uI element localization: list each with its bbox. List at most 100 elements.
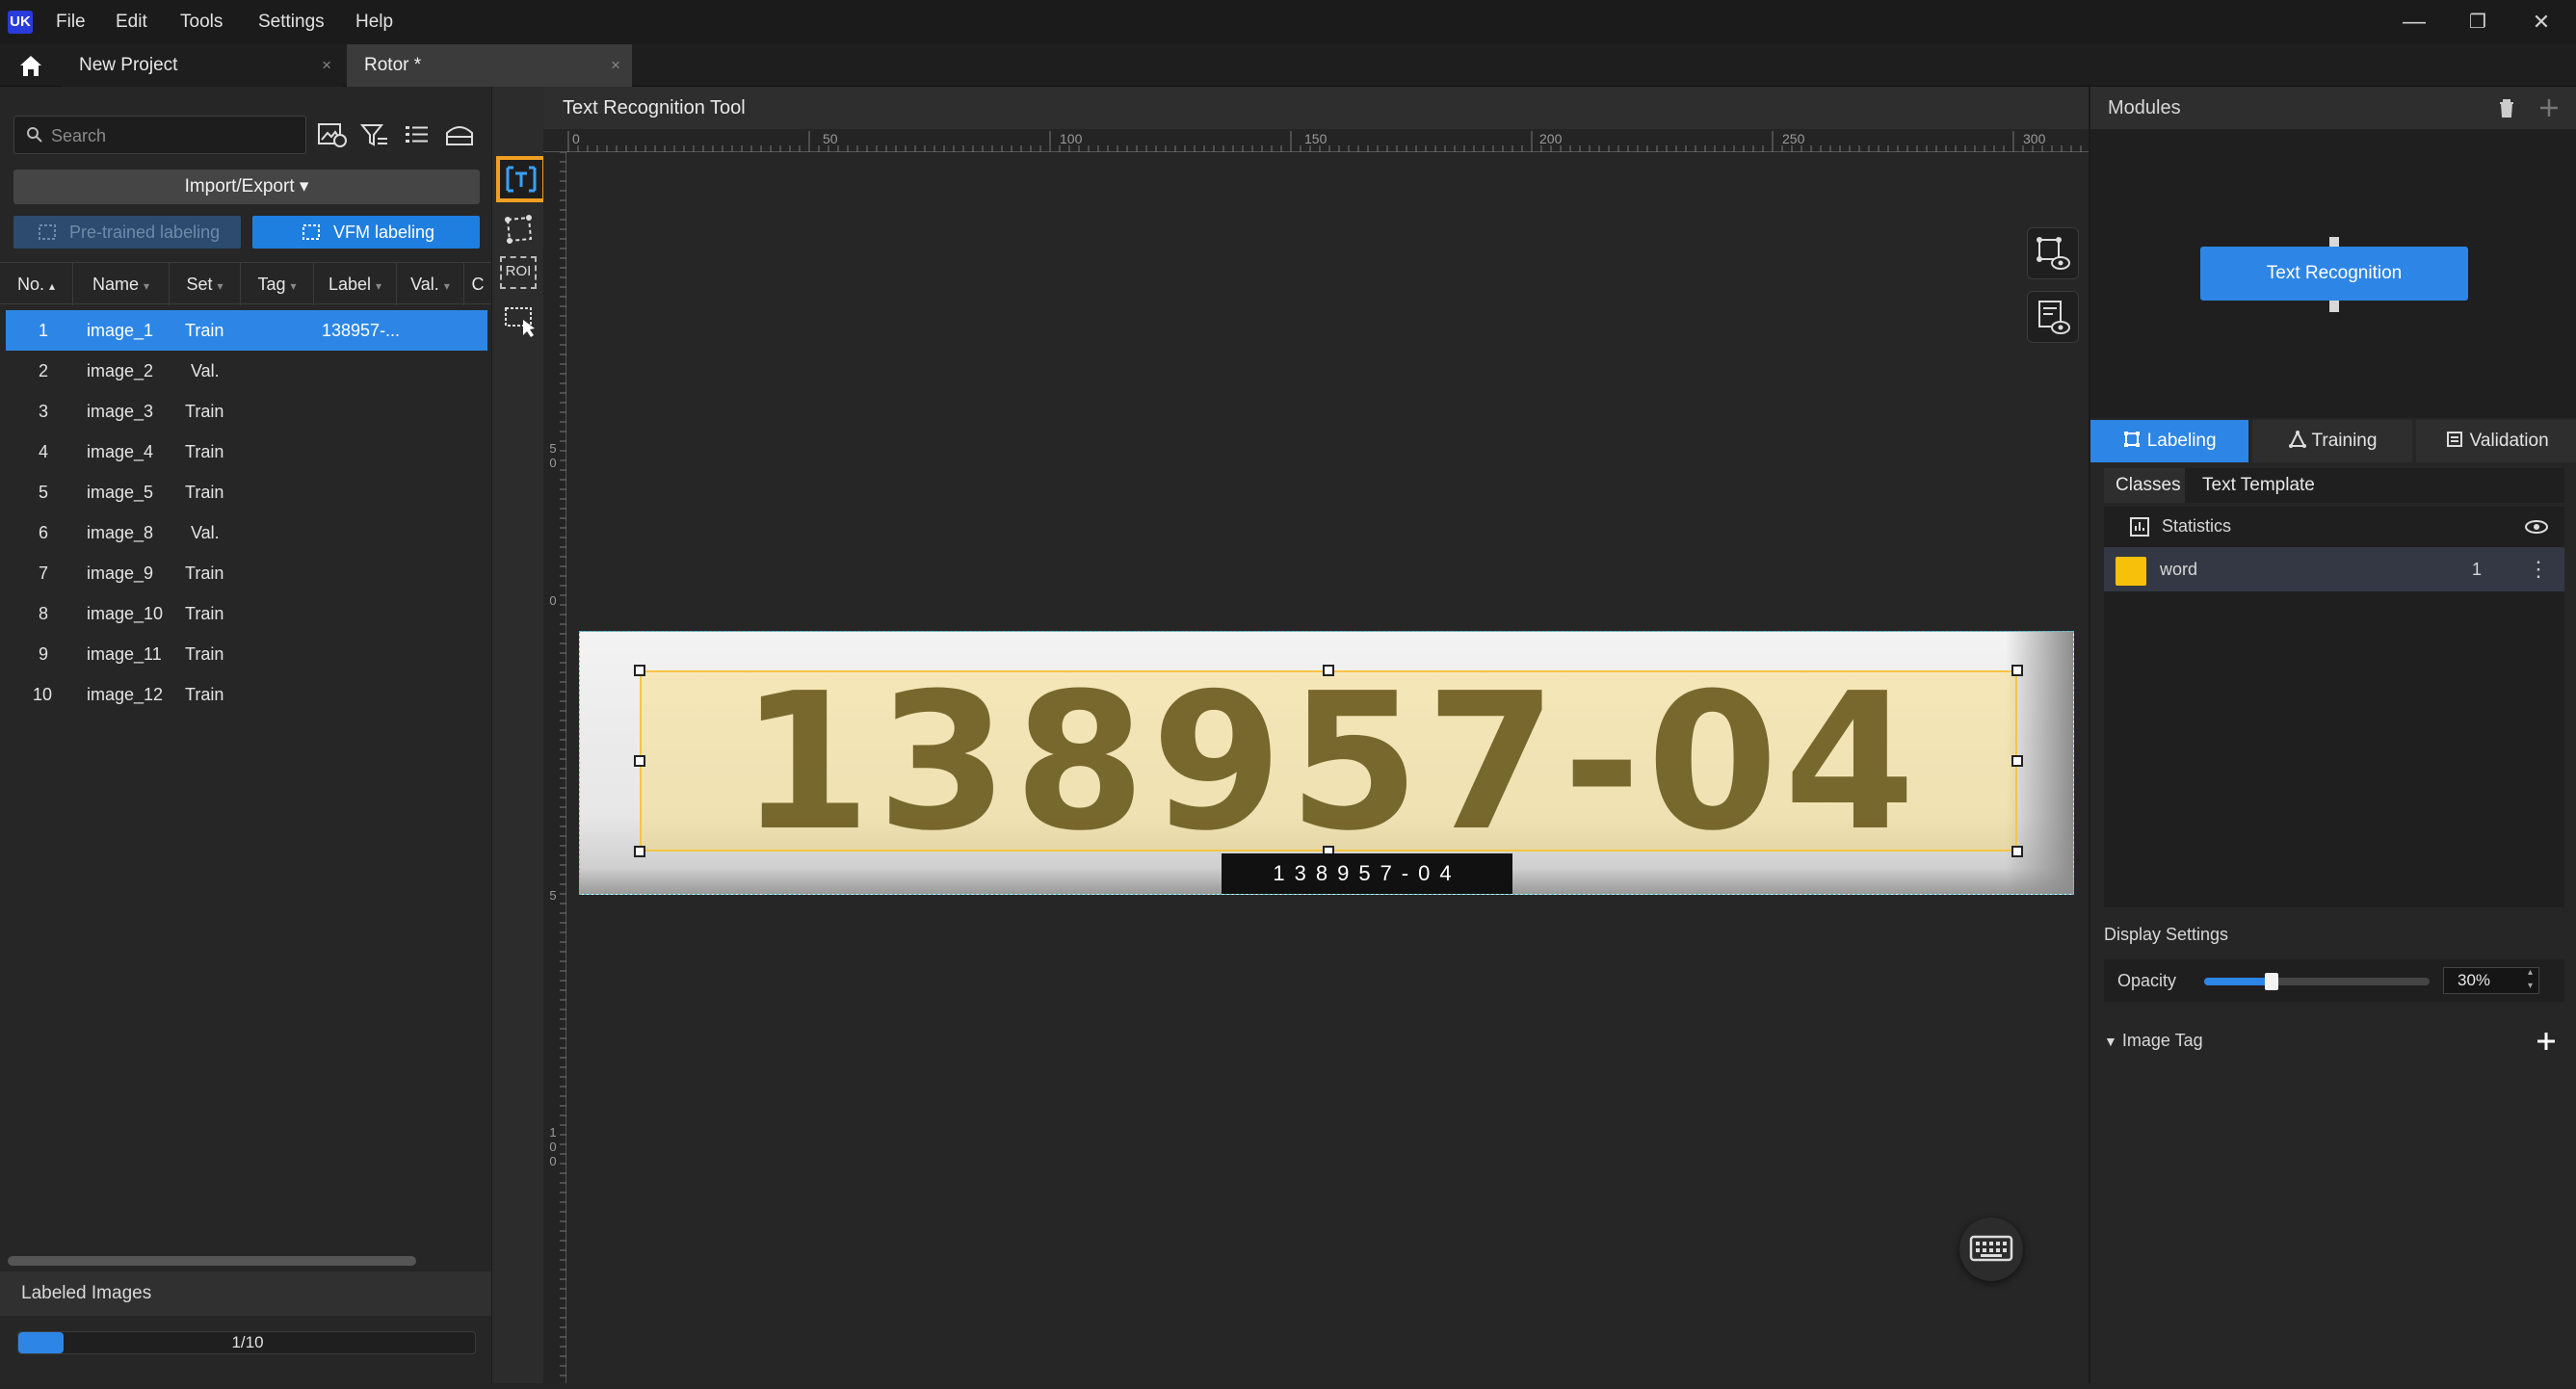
resize-handle[interactable]	[634, 755, 645, 767]
class-count: 1	[2472, 560, 2483, 579]
tool-strip: ROI	[491, 87, 546, 1383]
column-c[interactable]: C	[464, 263, 491, 305]
row-name: image_8	[87, 523, 154, 542]
menu-help[interactable]: Help	[355, 12, 393, 33]
labeling-icon	[2124, 432, 2141, 447]
tab-close-icon[interactable]: ×	[322, 44, 331, 87]
home-button[interactable]	[12, 52, 50, 81]
resize-handle[interactable]	[2011, 755, 2023, 767]
image-settings-button[interactable]	[316, 119, 349, 150]
import-export-button[interactable]: Import/Export ▾	[13, 170, 480, 204]
class-color-swatch[interactable]	[2116, 557, 2146, 586]
horizontal-scrollbar[interactable]	[8, 1256, 416, 1266]
add-module-icon[interactable]	[2537, 96, 2561, 119]
stepper-arrows-icon[interactable]: ▴ ▾	[2528, 966, 2533, 993]
column-set[interactable]: Set ▾	[170, 263, 241, 305]
filter-button[interactable]	[358, 119, 391, 150]
table-row[interactable]: 9 image_11 Train	[6, 634, 487, 674]
visibility-toggle-button[interactable]	[2027, 227, 2079, 279]
labeling-icon	[39, 224, 56, 240]
more-options-icon[interactable]: ⋮	[2528, 547, 2549, 591]
column-val[interactable]: Val. ▾	[397, 263, 464, 305]
labeling-canvas[interactable]: 138957-04 138957-04	[566, 152, 2089, 1383]
statistics-row[interactable]: Statistics	[2104, 507, 2564, 545]
resize-handle[interactable]	[2011, 665, 2023, 676]
minimize-button[interactable]: —	[2385, 6, 2443, 39]
resize-handle[interactable]	[634, 665, 645, 676]
image-tag-section[interactable]: ▼ Image Tag	[2104, 1023, 2564, 1058]
tab-rotor[interactable]: Rotor * ×	[347, 44, 632, 87]
subtab-classes[interactable]: Classes	[2104, 468, 2185, 503]
vfm-labeling-button[interactable]: VFM labeling	[252, 216, 480, 249]
select-tool[interactable]	[498, 301, 540, 343]
class-row-word[interactable]: word 1 ⋮	[2104, 547, 2564, 591]
pretrained-labeling-label: Pre-trained labeling	[69, 223, 221, 242]
opacity-slider-handle[interactable]	[2265, 973, 2279, 990]
ruler-label: 150	[1304, 131, 1327, 146]
pretrained-labeling-button[interactable]: Pre-trained labeling	[13, 216, 241, 249]
subtab-text-template[interactable]: Text Template	[2202, 468, 2315, 503]
add-tag-icon[interactable]	[2536, 1031, 2557, 1052]
module-graph: Text Recognition	[2090, 129, 2576, 418]
table-row[interactable]: 3 image_3 Train	[6, 391, 487, 432]
column-no[interactable]: No. ▴	[0, 263, 73, 305]
classes-subtabs: Classes Text Template	[2104, 468, 2564, 503]
menu-settings[interactable]: Settings	[258, 12, 325, 33]
row-name: image_10	[87, 604, 164, 623]
menu-tools[interactable]: Tools	[180, 12, 223, 33]
module-output-port[interactable]	[2329, 301, 2339, 312]
table-row[interactable]: 1 image_1 Train 138957-...	[6, 310, 487, 351]
table-row[interactable]: 10 image_12 Train	[6, 674, 487, 715]
text-recognition-module[interactable]: Text Recognition	[2200, 247, 2468, 301]
ruler-label: 250	[1782, 131, 1805, 146]
row-name: image_9	[87, 563, 154, 583]
row-number: 3	[39, 402, 49, 421]
table-row[interactable]: 4 image_4 Train	[6, 432, 487, 472]
resize-handle[interactable]	[1323, 665, 1334, 676]
menu-edit[interactable]: Edit	[116, 12, 147, 33]
table-row[interactable]: 8 image_10 Train	[6, 593, 487, 634]
table-row[interactable]: 2 image_2 Val.	[6, 351, 487, 391]
roi-tool[interactable]: ROI	[500, 256, 537, 289]
resize-handle[interactable]	[2011, 846, 2023, 857]
search-input[interactable]: Search	[13, 116, 306, 154]
column-label[interactable]: Label ▾	[314, 263, 397, 305]
eye-icon[interactable]	[2524, 518, 2549, 536]
keyboard-shortcuts-button[interactable]	[1959, 1218, 2023, 1281]
table-row[interactable]: 6 image_8 Val.	[6, 512, 487, 553]
tab-training[interactable]: Training	[2252, 420, 2412, 462]
column-tag[interactable]: Tag ▾	[241, 263, 314, 305]
menu-file[interactable]: File	[56, 12, 86, 33]
column-name[interactable]: Name ▾	[73, 263, 170, 305]
cursor-select-icon	[505, 307, 535, 337]
ruler-label: 300	[2023, 131, 2046, 146]
column-label: C	[471, 275, 485, 294]
text-box-tool[interactable]	[496, 156, 546, 202]
restore-button[interactable]: ❐	[2449, 6, 2507, 39]
row-number: 9	[39, 644, 49, 664]
close-window-button[interactable]: ✕	[2512, 6, 2570, 39]
module-tabs: Labeling Training Validation	[2090, 420, 2576, 462]
opacity-input[interactable]: 30% ▴ ▾	[2443, 967, 2539, 994]
list-view-button[interactable]	[401, 119, 434, 150]
polygon-tool[interactable]	[498, 210, 540, 252]
opacity-slider[interactable]	[2204, 973, 2430, 990]
row-name: image_2	[87, 361, 154, 380]
ruler-label: 0	[549, 593, 557, 608]
table-row[interactable]: 5 image_5 Train	[6, 472, 487, 512]
resize-handle[interactable]	[634, 846, 645, 857]
image-display[interactable]: 138957-04 138957-04	[579, 631, 2074, 895]
tab-validation[interactable]: Validation	[2416, 420, 2576, 462]
tab-close-icon[interactable]: ×	[611, 44, 620, 87]
collapse-panel-button[interactable]	[443, 119, 476, 150]
table-row[interactable]: 7 image_9 Train	[6, 553, 487, 593]
tab-new-project[interactable]: New Project ×	[62, 44, 343, 87]
row-set: Val.	[191, 361, 220, 380]
horizontal-ruler: 0 50 100 150 200 250 300	[543, 129, 2089, 152]
recognized-text-label[interactable]: 138957-04	[1222, 853, 1512, 894]
keyboard-icon	[1969, 1235, 2013, 1262]
tab-labeling[interactable]: Labeling	[2090, 420, 2248, 462]
label-visibility-button[interactable]	[2027, 291, 2079, 343]
trash-icon[interactable]	[2495, 96, 2518, 119]
text-bounding-box[interactable]: 138957-04	[640, 668, 2017, 857]
